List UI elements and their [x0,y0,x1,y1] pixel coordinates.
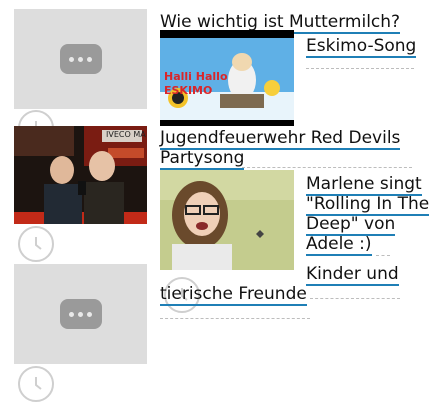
video-title-item: Eskimo-Song [306,36,426,58]
video-thumb-marlene[interactable] [160,170,294,270]
video-thumb-eskimo[interactable]: Halli Hallo ESKIMO [160,30,294,126]
more-dots-icon [59,44,102,74]
thumbnail-image [14,126,147,224]
video-title-item: Jugendfeuerwehr Red Devils Partysong [160,128,430,170]
video-link-eskimo[interactable]: Eskimo-Song [306,36,417,58]
video-title-item: Wie wichtig ist Muttermilch? [160,12,430,34]
thumbnail-caption: Halli Hallo ESKIMO [164,70,228,97]
video-title-item: Marlene singt "Rolling In The Deep" von … [306,174,430,256]
more-dots-icon [59,299,102,329]
video-thumb-jugendfeuerwehr[interactable]: IVECO MAGIRUS [14,126,147,224]
divider [306,68,414,69]
video-thumb-placeholder-2[interactable] [14,264,147,364]
clock-icon[interactable] [18,226,54,262]
video-link-marlene[interactable]: Marlene singt "Rolling In The Deep" von … [306,174,430,256]
video-link-jugendfeuerwehr[interactable]: Jugendfeuerwehr Red Devils Partysong [160,128,401,170]
thumbnail-caption: IVECO MAGIRUS [106,130,146,139]
thumbnail-image [160,170,294,270]
clock-icon[interactable] [18,366,54,402]
video-thumb-placeholder-1[interactable] [14,9,147,109]
divider [242,167,412,168]
divider [160,318,310,319]
divider [310,298,400,299]
video-link-kinder[interactable]: Kinder und tierische Freunde [160,264,399,306]
divider [376,255,390,256]
